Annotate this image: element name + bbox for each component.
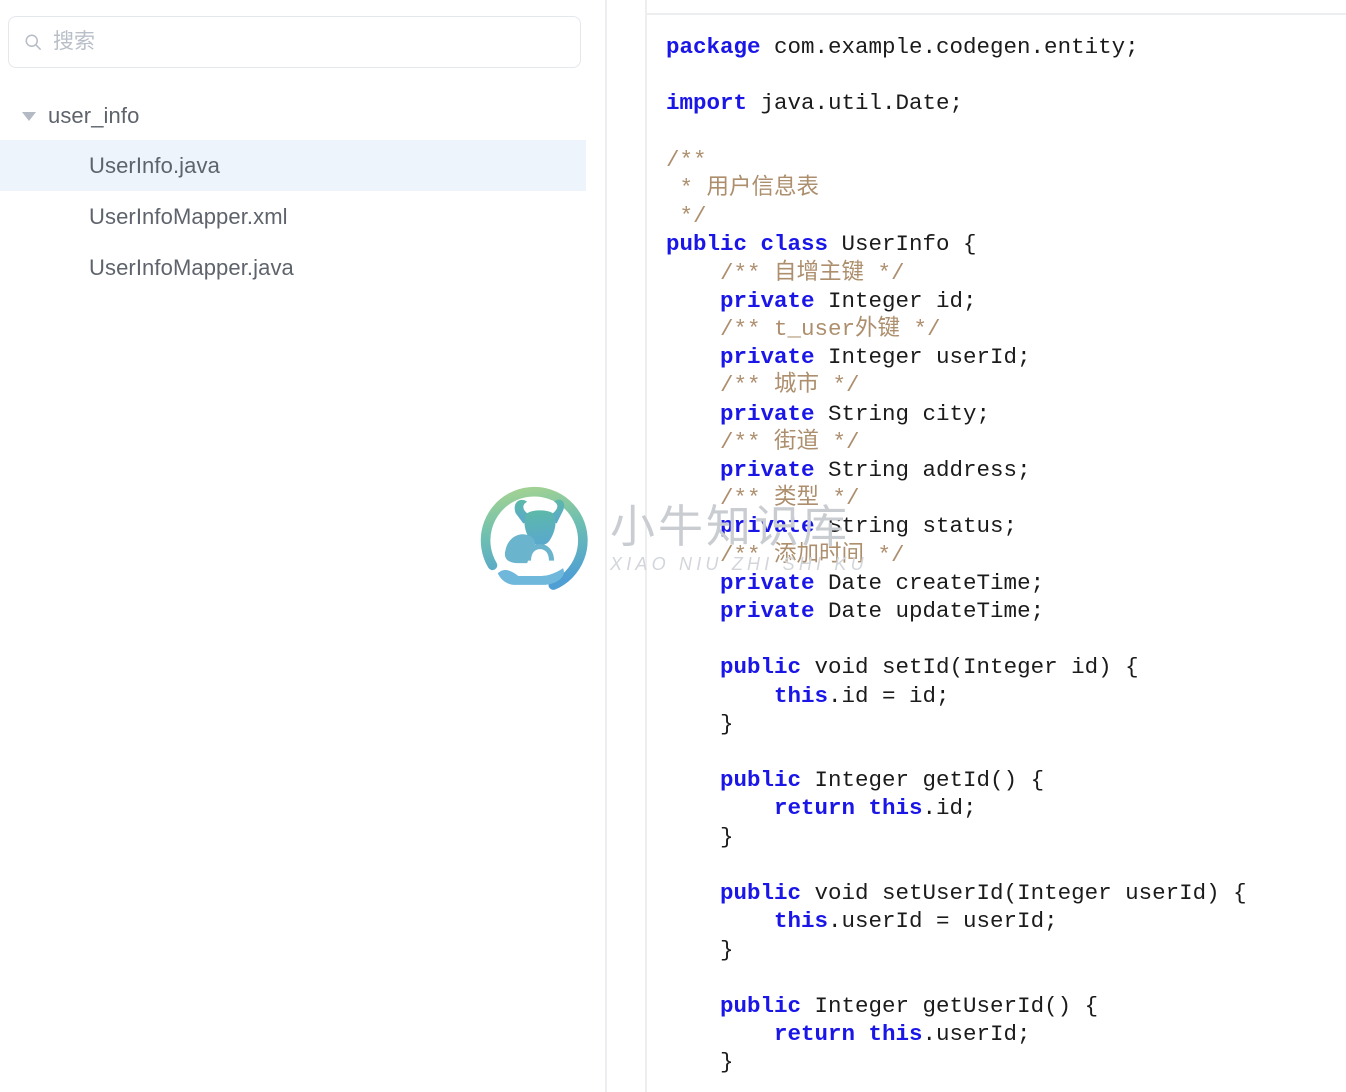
code-block[interactable]: package com.example.codegen.entity; impo… [646,13,1346,1092]
code-token-pl: UserInfo { [828,231,977,258]
code-token-pl: Date createTime; [814,569,1045,596]
file-tree: user_info UserInfo.java UserInfoMapper.x… [0,92,586,293]
code-token-cm: */ [666,203,707,230]
code-token-kw: private [666,344,815,371]
code-token-kw: private [666,400,815,427]
code-token-cm: /** [666,146,707,173]
code-token-kw: public [666,767,802,794]
code-token-pl: String status; [814,513,1018,540]
code-token-pl: } [666,1049,734,1076]
code-viewer-panel: package com.example.codegen.entity; impo… [607,0,1346,1092]
code-token-pl: void setId(Integer id) { [801,654,1139,681]
tree-folder-label: user_info [48,103,140,128]
code-token-kw: private [666,569,815,596]
code-token-kw: package [666,34,761,60]
code-token-kw: public class [666,231,829,258]
source-code[interactable]: package com.example.codegen.entity; impo… [646,15,1346,1077]
code-token-cm: /** t_user外键 */ [666,316,941,343]
code-token-kw: this [666,908,829,935]
code-token-pl: } [666,936,734,963]
code-token-kw: import [666,90,748,117]
code-token-pl: .id = id; [828,682,950,709]
code-token-pl: String city; [814,400,991,427]
code-token-cm: * 用户信息表 [666,175,820,202]
code-token-kw: private [666,598,815,625]
code-token-kw: public [666,992,802,1019]
code-token-cm: /** 添加时间 */ [666,541,905,568]
code-token-pl: java.util.Date; [747,90,964,117]
code-token-pl: void setUserId(Integer userId) { [801,880,1247,907]
search-container [8,16,581,68]
file-explorer-sidebar: user_info UserInfo.java UserInfoMapper.x… [0,0,606,1092]
code-token-pl: Integer getUserId() { [801,992,1099,1019]
code-token-cm: /** 自增主键 */ [666,259,905,286]
tree-folder-user-info[interactable]: user_info [0,92,586,140]
code-token-pl: Date updateTime; [814,598,1045,625]
search-box[interactable] [8,16,581,68]
code-token-pl: .userId; [922,1021,1031,1048]
tree-file-label: UserInfoMapper.java [89,254,294,280]
code-token-pl: String address; [814,457,1031,484]
code-token-kw: return this [666,795,923,822]
code-token-pl: Integer getId() { [801,767,1045,794]
caret-down-icon[interactable] [22,111,36,121]
search-icon [25,34,41,50]
tree-file-label: UserInfo.java [89,152,220,178]
tree-file-userinfo-java[interactable]: UserInfo.java [0,140,586,191]
tree-file-userinfomapper-xml[interactable]: UserInfoMapper.xml [0,191,586,242]
code-token-pl: com.example.codegen.entity; [760,34,1139,60]
code-token-kw: private [666,513,815,540]
code-token-cm: /** 类型 */ [666,485,860,512]
code-token-kw: this [666,682,829,709]
code-token-pl: .userId = userId; [828,908,1058,935]
code-token-pl: } [666,710,734,737]
code-token-pl: } [666,823,734,850]
code-token-cm: /** 街道 */ [666,428,860,455]
tree-children: UserInfo.java UserInfoMapper.xml UserInf… [0,140,586,293]
search-input[interactable] [53,29,566,55]
app-root: user_info UserInfo.java UserInfoMapper.x… [0,0,1346,1092]
tree-file-label: UserInfoMapper.xml [89,203,288,229]
code-token-pl: .id; [922,795,977,822]
code-token-cm: /** 城市 */ [666,372,860,399]
code-token-pl: Integer id; [814,287,977,314]
code-token-kw: public [666,880,802,907]
code-token-kw: private [666,287,815,314]
code-token-kw: private [666,457,815,484]
code-token-pl: Integer userId; [814,344,1031,371]
tree-file-userinfomapper-java[interactable]: UserInfoMapper.java [0,242,586,293]
code-token-kw: public [666,654,802,681]
code-token-kw: return this [666,1021,923,1048]
